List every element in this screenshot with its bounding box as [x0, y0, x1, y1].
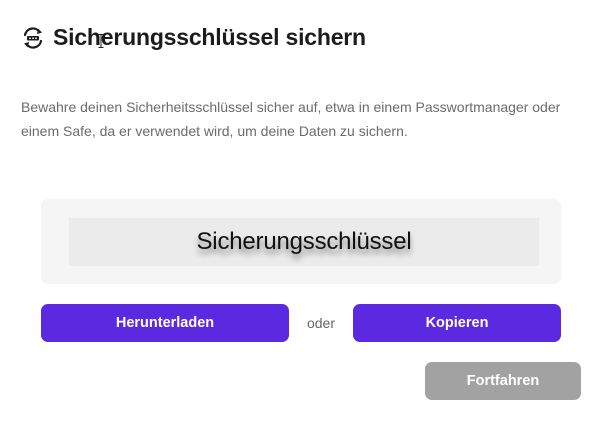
text-cursor-icon [98, 34, 104, 48]
key-display: Sicherungsschlüssel [69, 218, 539, 266]
sync-lock-icon [21, 26, 45, 50]
dialog-description: Bewahre deinen Sicherheitsschlüssel sich… [21, 99, 561, 139]
key-card: Sicherungsschlüssel [41, 199, 561, 284]
copy-button[interactable]: Kopieren [353, 304, 561, 342]
continue-button[interactable]: Fortfahren [425, 362, 581, 400]
download-button[interactable]: Herunterladen [41, 304, 289, 342]
key-value: Sicherungsschlüssel [196, 228, 412, 255]
dialog-header: Sicherungsschlüssel sichern [21, 24, 366, 51]
or-separator: oder [306, 315, 336, 331]
